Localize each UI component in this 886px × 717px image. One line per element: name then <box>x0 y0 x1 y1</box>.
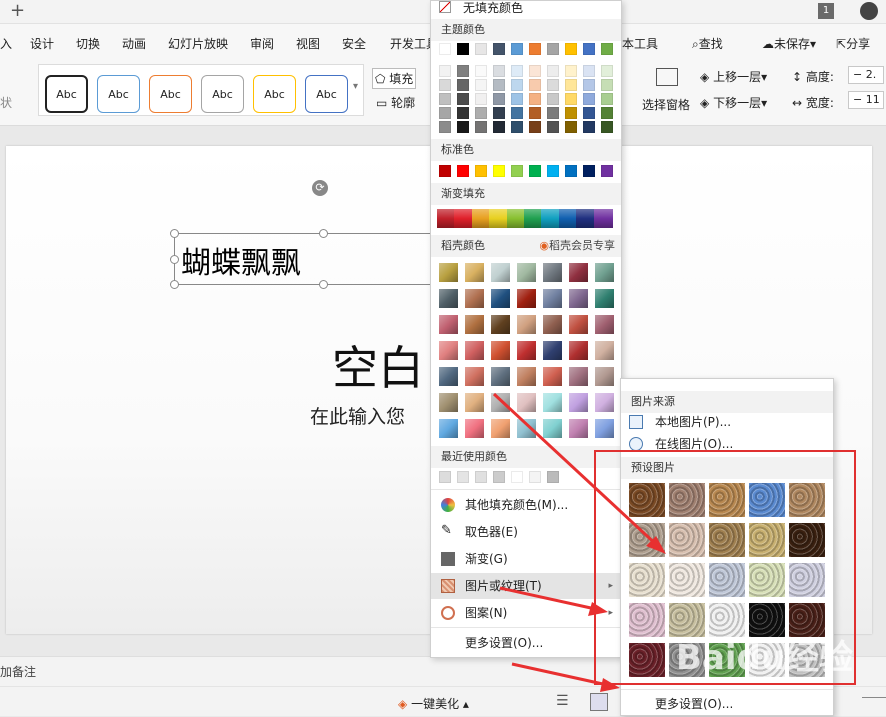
annotation-arrows <box>492 392 666 692</box>
baidu-watermark: Baidu经验 <box>676 638 854 678</box>
